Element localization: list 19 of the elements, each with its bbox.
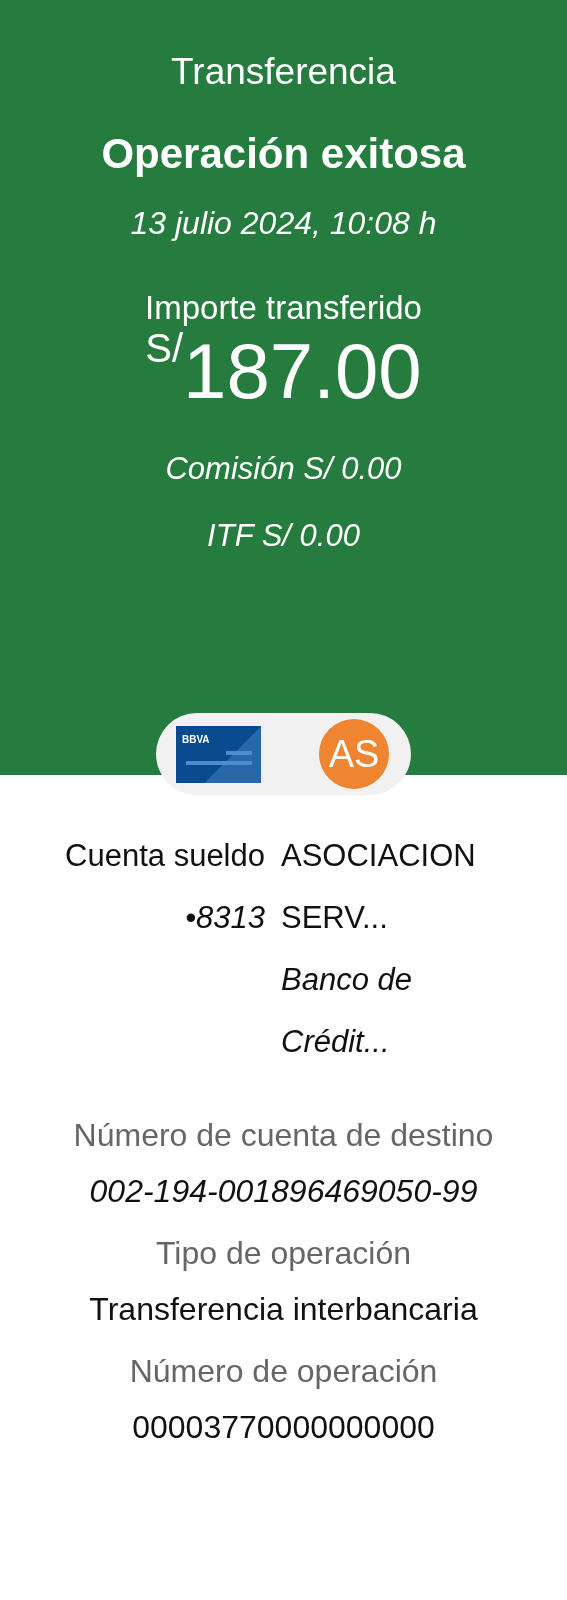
amount-value: $^{S/}$187.00 <box>144 332 423 410</box>
origin-account-name: Cuenta sueldo <box>64 837 265 875</box>
commission-text: Comisión S/ 0.00 <box>164 450 403 488</box>
destination-bank: Banco de Crédit... <box>281 961 413 1061</box>
detail-value: 002-194-001896469050-99 <box>88 1172 479 1211</box>
itf-text: ITF S/ 0.00 <box>206 516 361 555</box>
amount-label: Importe transferido <box>144 287 423 328</box>
detail-label: Tipo de operación <box>155 1234 412 1273</box>
origin-account-number: •8313 <box>184 899 265 937</box>
bank-card-icon: BBVA <box>176 725 261 783</box>
detail-label: Número de operación <box>128 1352 439 1391</box>
destination-name: ASOCIACION SERV... <box>281 837 477 937</box>
detail-value: Transferencia interbancaria <box>88 1290 479 1329</box>
status-title: Operación exitosa <box>100 128 467 179</box>
detail-value: 00003770000000000 <box>131 1408 436 1447</box>
screen-title: Transferencia <box>170 50 397 94</box>
detail-label: Número de cuenta de destino <box>72 1116 495 1155</box>
date-time: 13 julio 2024, 10:08 h <box>129 203 438 243</box>
avatar-initials: AS <box>319 719 389 789</box>
